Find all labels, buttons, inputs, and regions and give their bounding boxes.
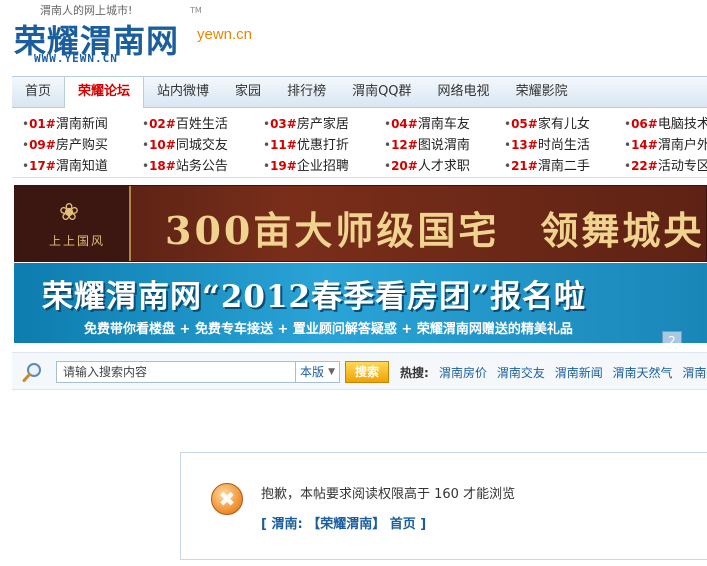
subnav-link[interactable]: •03#房产家居 — [263, 114, 381, 135]
search-bar: 本版 ▼ 搜索 热搜: 渭南房价 渭南交友 渭南新闻 渭南天然气 渭南出租 — [12, 352, 707, 390]
search-scope-select[interactable]: 本版 ▼ — [296, 361, 340, 383]
nav-item-forum[interactable]: 荣耀论坛 — [64, 77, 145, 108]
subnav-link[interactable]: •05#家有儿女 — [504, 114, 622, 135]
chevron-down-icon: ▼ — [328, 367, 335, 377]
hot-search-link[interactable]: 渭南新闻 — [555, 366, 603, 380]
error-icon: ✖ — [211, 483, 243, 515]
nav-item-home-space[interactable]: 家园 — [222, 77, 274, 107]
subnav-link[interactable]: •01#渭南新闻 — [22, 114, 140, 135]
hot-search-link[interactable]: 渭南出租 — [682, 366, 707, 380]
site-header: 渭南人的网上城市! 荣耀渭南网 TM WWW.YEWN.CN yewn.cn — [0, 0, 707, 76]
notice-message: 抱歉，本帖要求阅读权限高于 160 才能浏览 — [261, 487, 516, 502]
banner-headline: 荣耀渭南网“2012春季看房团”报名啦 — [42, 279, 586, 315]
nav-item-cinema[interactable]: 荣耀影院 — [503, 77, 581, 107]
hot-search-link[interactable]: 渭南房价 — [439, 366, 487, 380]
notice-breadcrumb[interactable]: [ 渭南: 【荣耀渭南】 首页 ] — [261, 513, 426, 532]
nav-item-tv[interactable]: 网络电视 — [425, 77, 503, 107]
subnav-column: •06#电脑技术 •14#渭南户外 •22#活动专区 — [624, 114, 707, 177]
search-button[interactable]: 搜索 — [345, 361, 389, 383]
subnav-link[interactable]: •20#人才求职 — [384, 156, 502, 177]
subnav-link[interactable]: •11#优惠打折 — [263, 135, 381, 156]
ad-headline: 300亩大师级国宅 领舞城央 — [165, 208, 705, 253]
subnav-column: •04#渭南车友 •12#图说渭南 •20#人才求职 — [384, 114, 502, 177]
subnav-link[interactable]: •06#电脑技术 — [624, 114, 707, 135]
subnav-link[interactable]: •13#时尚生活 — [504, 135, 622, 156]
banner-tagline: 免费带你看楼盘 + 免费专车接送 + 置业顾问解答疑惑 + 荣耀渭南网赠送的精美… — [84, 322, 573, 337]
subnav-link[interactable]: •22#活动专区 — [624, 156, 707, 177]
subnav-link[interactable]: •21#渭南二手 — [504, 156, 622, 177]
nav-item-qq-group[interactable]: 渭南QQ群 — [339, 77, 424, 107]
nav-item-ranking[interactable]: 排行榜 — [274, 77, 339, 107]
trademark-mark: TM — [190, 6, 202, 15]
ad-brand-name: 上上国风 — [49, 234, 106, 248]
nav-item-home[interactable]: 首页 — [12, 77, 64, 107]
magnifier-icon — [22, 363, 41, 382]
hot-search-links: 渭南房价 渭南交友 渭南新闻 渭南天然气 渭南出租 — [439, 364, 707, 381]
hot-search-label: 热搜: — [400, 366, 429, 380]
ad-brand-box: ❀ 上上国风 — [15, 186, 131, 261]
logo-url: WWW.YEWN.CN — [34, 52, 118, 65]
subnav-link[interactable]: •12#图说渭南 — [384, 135, 502, 156]
subnav-link[interactable]: •17#渭南知道 — [22, 156, 140, 177]
subnav-link[interactable]: •19#企业招聘 — [263, 156, 381, 177]
subnav-column: •02#百姓生活 •10#同城交友 •18#站务公告 — [142, 114, 260, 177]
nav-item-weibo[interactable]: 站内微博 — [144, 77, 222, 107]
permission-notice: ✖ 抱歉，本帖要求阅读权限高于 160 才能浏览 [ 渭南: 【荣耀渭南】 首页… — [180, 452, 707, 560]
hot-search-link[interactable]: 渭南天然气 — [613, 366, 673, 380]
site-domain: yewn.cn — [197, 26, 253, 43]
forum-subnav: •01#渭南新闻 •09#房产购买 •17#渭南知道 •02#百姓生活 •10#… — [12, 108, 707, 178]
subnav-column: •05#家有儿女 •13#时尚生活 •21#渭南二手 — [504, 114, 622, 177]
house-tour-banner[interactable]: 荣耀渭南网“2012春季看房团”报名啦 免费带你看楼盘 + 免费专车接送 + 置… — [14, 263, 707, 343]
subnav-link[interactable]: •18#站务公告 — [142, 156, 260, 177]
subnav-link[interactable]: •02#百姓生活 — [142, 114, 260, 135]
subnav-column: •01#渭南新闻 •09#房产购买 •17#渭南知道 — [22, 114, 140, 177]
subnav-link[interactable]: •14#渭南户外 — [624, 135, 707, 156]
slide-indicator[interactable]: 2 — [662, 331, 682, 343]
search-scope-value: 本版 — [300, 365, 325, 379]
search-input[interactable] — [56, 361, 296, 383]
main-nav: 首页 荣耀论坛 站内微博 家园 排行榜 渭南QQ群 网络电视 荣耀影院 — [12, 76, 707, 108]
subnav-link[interactable]: •04#渭南车友 — [384, 114, 502, 135]
subnav-link[interactable]: •09#房产购买 — [22, 135, 140, 156]
lotus-icon: ❀ — [59, 198, 80, 226]
subnav-link[interactable]: •10#同城交友 — [142, 135, 260, 156]
subnav-column: •03#房产家居 •11#优惠打折 •19#企业招聘 — [263, 114, 381, 177]
real-estate-ad-banner[interactable]: ❀ 上上国风 300亩大师级国宅 领舞城央 — [14, 185, 707, 262]
hot-search-link[interactable]: 渭南交友 — [497, 366, 545, 380]
